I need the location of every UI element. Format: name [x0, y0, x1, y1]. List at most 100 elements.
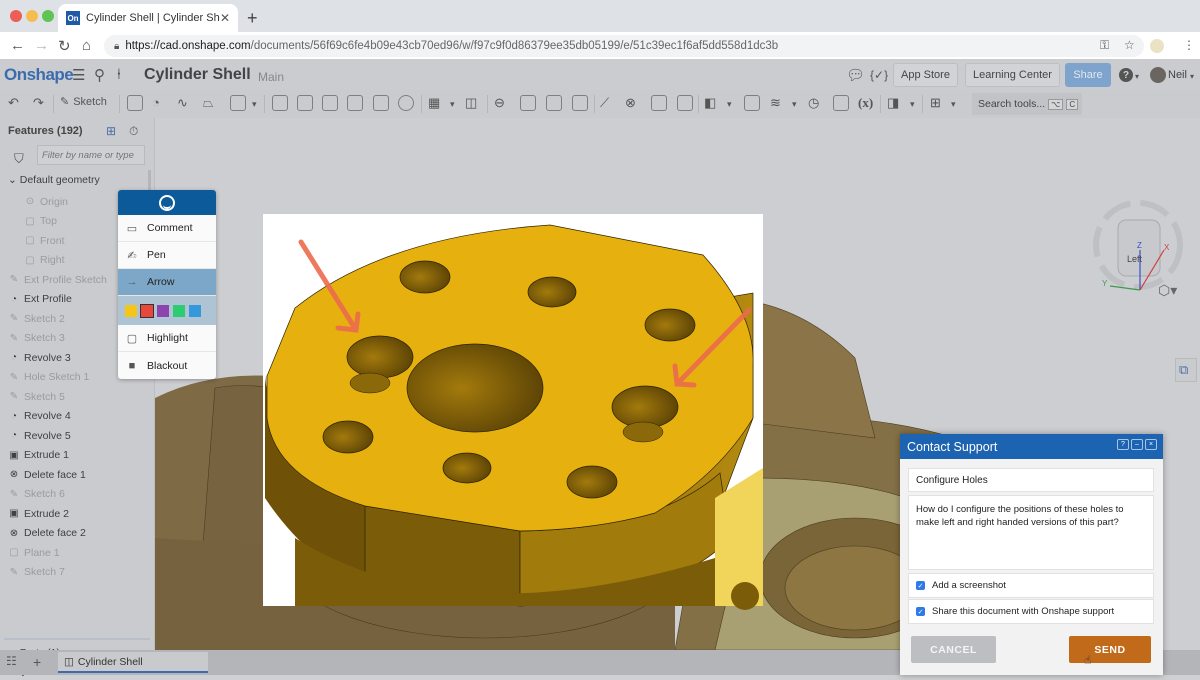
- document-title[interactable]: Cylinder Shell: [144, 66, 251, 84]
- search-tools-input[interactable]: Search tools... ⌥ C: [972, 93, 1082, 115]
- user-name[interactable]: Neil: [1168, 69, 1187, 81]
- extrude-icon[interactable]: [127, 95, 143, 111]
- comments-icon[interactable]: 💬︎: [846, 66, 865, 84]
- insert-icon[interactable]: ⍿: [117, 66, 121, 83]
- view-options-cube-icon[interactable]: ⬡▾: [1158, 282, 1177, 299]
- feature-item[interactable]: ▣ Extrude 1: [0, 446, 150, 465]
- revolve-icon[interactable]: ◔: [152, 95, 160, 110]
- checkbox-checked-icon[interactable]: ✓: [916, 607, 925, 616]
- color-swatch[interactable]: [157, 304, 169, 317]
- versions-icon[interactable]: {✓}: [870, 68, 888, 82]
- thicken-icon[interactable]: [230, 95, 246, 111]
- plane-icon[interactable]: [744, 95, 760, 111]
- sheet-metal-icon[interactable]: ◧: [704, 95, 716, 111]
- add-folder-icon[interactable]: ⊞: [106, 124, 116, 138]
- browser-tab[interactable]: On Cylinder Shell | Cylinder Shell ✕: [58, 4, 238, 32]
- feature-list-icon[interactable]: ⚲: [94, 66, 105, 84]
- url-input[interactable]: 🔒︎ https://cad.onshape.com /documents/56…: [104, 35, 1144, 57]
- chamfer-icon[interactable]: [297, 95, 313, 111]
- share-button[interactable]: Share: [1065, 63, 1111, 87]
- learning-center-button[interactable]: Learning Center: [965, 63, 1060, 87]
- draft-icon[interactable]: [322, 95, 338, 111]
- chevron-down-icon[interactable]: ▾: [910, 99, 915, 110]
- chevron-down-icon[interactable]: ▾: [792, 99, 797, 110]
- color-swatch[interactable]: [173, 304, 185, 317]
- cancel-button[interactable]: CANCEL: [911, 636, 996, 663]
- variable-icon[interactable]: (x): [858, 95, 873, 111]
- section-view-icon[interactable]: ◨: [887, 95, 899, 111]
- window-zoom-button[interactable]: [42, 10, 54, 22]
- replace-face-icon[interactable]: [677, 95, 693, 111]
- tab-close-icon[interactable]: ✕: [220, 11, 230, 25]
- feature-item[interactable]: ✎ Sketch 7: [0, 563, 150, 582]
- app-store-button[interactable]: App Store: [893, 63, 958, 87]
- onshape-logo[interactable]: Onshape: [4, 65, 74, 85]
- fillet-icon[interactable]: [272, 95, 288, 111]
- redo-icon[interactable]: ↷: [33, 95, 44, 111]
- delete-face-icon[interactable]: ⊗: [625, 95, 636, 111]
- chevron-down-icon[interactable]: ▾: [951, 99, 956, 110]
- chevron-down-icon[interactable]: ▾: [727, 99, 732, 110]
- feature-item[interactable]: ✎ Sketch 6: [0, 485, 150, 504]
- feature-item[interactable]: ⊗ Delete face 2: [0, 524, 150, 543]
- branch-label[interactable]: Main: [258, 70, 284, 84]
- sketch-button[interactable]: ✎ Sketch: [60, 95, 107, 109]
- default-geometry-group[interactable]: ⌄ Default geometry: [8, 174, 100, 186]
- annotation-blackout[interactable]: ■ Blackout: [118, 352, 216, 379]
- move-face-icon[interactable]: [651, 95, 667, 111]
- share-document-checkbox[interactable]: ✓ Share this document with Onshape suppo…: [908, 599, 1154, 624]
- rib-icon[interactable]: [347, 95, 363, 111]
- dialog-header[interactable]: Contact Support ? – ×: [900, 434, 1163, 459]
- home-icon[interactable]: ⌂: [82, 37, 91, 54]
- shell-icon[interactable]: [373, 95, 389, 111]
- bookmark-star-icon[interactable]: ☆: [1124, 38, 1135, 52]
- feature-item[interactable]: ▢ Plane 1: [0, 543, 150, 562]
- color-swatch[interactable]: [189, 304, 201, 317]
- loft-icon[interactable]: ⏢: [203, 95, 213, 111]
- helix-icon[interactable]: ≋: [770, 95, 781, 111]
- message-textarea[interactable]: How do I configure the positions of thes…: [908, 495, 1154, 570]
- tab-part-studio[interactable]: ◫ Cylinder Shell: [58, 652, 208, 673]
- transform-icon[interactable]: [546, 95, 562, 111]
- sweep-icon[interactable]: ∿: [177, 95, 188, 111]
- window-minimize-button[interactable]: [26, 10, 38, 22]
- chevron-down-icon[interactable]: ▾: [252, 99, 257, 110]
- annotation-highlight[interactable]: ▢ Highlight: [118, 325, 216, 352]
- feature-item[interactable]: ⊗ Delete face 1: [0, 465, 150, 484]
- modify-fillet-icon[interactable]: ⟋: [600, 95, 609, 111]
- pattern-icon[interactable]: ▦: [428, 95, 440, 111]
- annotation-menu-header[interactable]: [118, 190, 216, 215]
- add-screenshot-checkbox[interactable]: ✓ Add a screenshot: [908, 573, 1154, 598]
- chevron-down-icon[interactable]: ▾: [450, 99, 455, 110]
- tab-manager-icon[interactable]: ☷: [6, 654, 17, 668]
- rollback-icon[interactable]: ◷: [808, 95, 819, 111]
- new-tab-button[interactable]: +: [247, 8, 258, 29]
- feature-item[interactable]: ◔ Revolve 5: [0, 426, 150, 445]
- feature-item[interactable]: ✎ Sketch 5: [0, 387, 150, 406]
- annotation-arrow[interactable]: → Arrow: [118, 269, 216, 296]
- avatar[interactable]: [1150, 67, 1166, 83]
- color-swatch[interactable]: [125, 304, 137, 317]
- window-close-button[interactable]: [10, 10, 22, 22]
- help-icon[interactable]: ?: [1119, 68, 1133, 82]
- feature-filter-input[interactable]: [37, 145, 145, 165]
- close-button[interactable]: ×: [1145, 439, 1157, 450]
- add-custom-feature-icon[interactable]: ⊞: [930, 95, 941, 111]
- filter-icon[interactable]: ⛉: [14, 151, 24, 167]
- boolean-icon[interactable]: ⊖: [494, 95, 505, 111]
- undo-icon[interactable]: ↶: [8, 95, 19, 111]
- hamburger-menu-icon[interactable]: ☰: [72, 66, 85, 84]
- hole-icon[interactable]: [398, 95, 414, 111]
- help-button[interactable]: ?: [1117, 439, 1129, 450]
- feature-item[interactable]: ▣ Extrude 2: [0, 504, 150, 523]
- feature-item[interactable]: ◔ Revolve 4: [0, 407, 150, 426]
- add-tab-icon[interactable]: +: [33, 654, 41, 670]
- delete-part-icon[interactable]: [572, 95, 588, 111]
- checkbox-checked-icon[interactable]: ✓: [916, 581, 925, 590]
- derived-icon[interactable]: [833, 95, 849, 111]
- send-button[interactable]: SEND: [1069, 636, 1151, 663]
- split-icon[interactable]: [520, 95, 536, 111]
- forward-icon[interactable]: →: [34, 37, 49, 54]
- help-dropdown-icon[interactable]: ▾: [1135, 72, 1139, 81]
- minimize-button[interactable]: –: [1131, 439, 1143, 450]
